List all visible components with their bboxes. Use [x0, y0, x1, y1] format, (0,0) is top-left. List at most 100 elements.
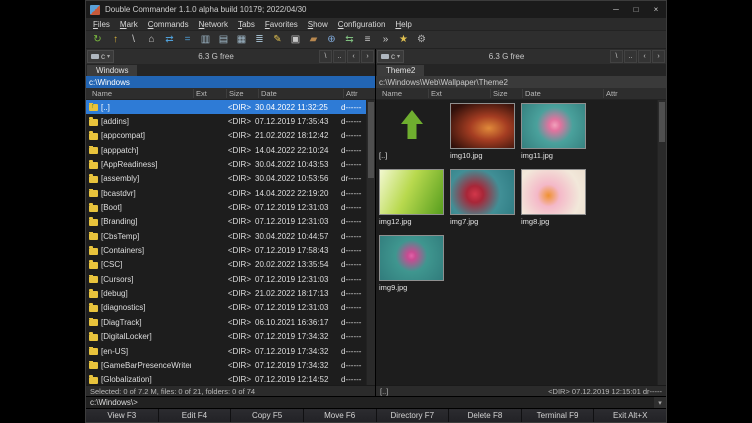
favorites-icon[interactable]: ★: [395, 32, 412, 48]
menu-item-commands[interactable]: Commands: [143, 20, 194, 29]
thumbnail-item[interactable]: img10.jpg: [450, 103, 517, 167]
root-dir-button[interactable]: \: [610, 50, 623, 63]
file-row[interactable]: [en-US]<DIR>07.12.2019 17:34:32d------: [86, 344, 375, 358]
thumbnail-item[interactable]: img11.jpg: [521, 103, 588, 167]
tree-view-icon[interactable]: ≣: [251, 32, 268, 48]
history-back-button[interactable]: ‹: [347, 50, 360, 63]
column-header-date[interactable]: Date: [522, 89, 541, 98]
column-header-ext[interactable]: Ext: [193, 89, 207, 98]
file-row[interactable]: [bcastdvr]<DIR>14.04.2022 22:19:20d-----…: [86, 186, 375, 200]
file-row[interactable]: [debug]<DIR>21.02.2022 18:17:13d------: [86, 286, 375, 300]
file-row[interactable]: [apppatch]<DIR>14.04.2022 22:10:24d-----…: [86, 143, 375, 157]
terminal-f9-button[interactable]: Terminal F9: [522, 409, 595, 422]
image-thumbnail: [450, 103, 515, 149]
column-header-attr[interactable]: Attr: [603, 89, 618, 98]
tab-windows[interactable]: Windows: [87, 65, 137, 76]
copy-f5-button[interactable]: Copy F5: [231, 409, 304, 422]
column-header-date[interactable]: Date: [258, 89, 277, 98]
minimize-button[interactable]: ─: [606, 1, 626, 18]
left-path-bar[interactable]: c:\Windows: [86, 76, 375, 88]
file-row[interactable]: [AppReadiness]<DIR>30.04.2022 10:43:53d-…: [86, 157, 375, 171]
right-scrollbar[interactable]: [657, 100, 666, 385]
command-input[interactable]: [138, 397, 654, 408]
file-row[interactable]: [addins]<DIR>07.12.2019 17:35:43d------: [86, 114, 375, 128]
file-row[interactable]: [..]<DIR>30.04.2022 11:32:25d------: [86, 100, 375, 114]
up-dir-icon[interactable]: ↑: [107, 32, 124, 48]
file-date: 07.12.2019 12:31:03: [255, 217, 341, 226]
right-path-bar[interactable]: c:\Windows\Web\Wallpaper\Theme2: [376, 76, 666, 88]
column-header-attr[interactable]: Attr: [343, 89, 358, 98]
parent-dir-button[interactable]: ..: [333, 50, 346, 63]
terminal-icon[interactable]: »: [377, 32, 394, 48]
thumbnail-item[interactable]: img8.jpg: [521, 169, 588, 233]
edit-f4-button[interactable]: Edit F4: [159, 409, 232, 422]
folder-icon: [89, 190, 98, 197]
root-dir-button[interactable]: \: [319, 50, 332, 63]
menu-item-network[interactable]: Network: [194, 20, 233, 29]
thumbnail-item[interactable]: img7.jpg: [450, 169, 517, 233]
full-view-icon[interactable]: ▤: [215, 32, 232, 48]
column-header-name[interactable]: Name: [90, 89, 112, 98]
file-row[interactable]: [Containers]<DIR>07.12.2019 17:58:43d---…: [86, 243, 375, 257]
menu-item-show[interactable]: Show: [303, 20, 333, 29]
copy-icon[interactable]: ▣: [287, 32, 304, 48]
thumbnail-item[interactable]: img9.jpg: [379, 235, 446, 299]
file-row[interactable]: [CSC]<DIR>20.02.2022 13:35:54d------: [86, 258, 375, 272]
directory-f7-button[interactable]: Directory F7: [377, 409, 450, 422]
left-scrollbar[interactable]: [366, 100, 375, 385]
move-f6-button[interactable]: Move F6: [304, 409, 377, 422]
file-row[interactable]: [DigitalLocker]<DIR>07.12.2019 17:34:32d…: [86, 330, 375, 344]
menu-item-favorites[interactable]: Favorites: [260, 20, 303, 29]
refresh-icon[interactable]: ↻: [89, 32, 106, 48]
right-drive-select-button[interactable]: c ▾: [377, 50, 404, 63]
file-row[interactable]: [Branding]<DIR>07.12.2019 12:31:03d-----…: [86, 215, 375, 229]
menu-item-tabs[interactable]: Tabs: [233, 20, 260, 29]
multi-rename-icon[interactable]: ≡: [359, 32, 376, 48]
swap-panels-icon[interactable]: ⇄: [161, 32, 178, 48]
view-f3-button[interactable]: View F3: [86, 409, 159, 422]
history-forward-button[interactable]: ›: [652, 50, 665, 63]
options-icon[interactable]: ⚙: [413, 32, 430, 48]
thumbnails-view-icon[interactable]: ▦: [233, 32, 250, 48]
command-history-dropdown[interactable]: ▾: [654, 397, 666, 408]
edit-icon[interactable]: ✎: [269, 32, 286, 48]
column-header-size[interactable]: Size: [226, 89, 244, 98]
delete-f8-button[interactable]: Delete F8: [449, 409, 522, 422]
sync-dirs-icon[interactable]: ⇆: [341, 32, 358, 48]
file-row[interactable]: [assembly]<DIR>30.04.2022 10:53:56dr----…: [86, 172, 375, 186]
file-row[interactable]: [GameBarPresenceWriter]<DIR>07.12.2019 1…: [86, 358, 375, 372]
file-row[interactable]: [appcompat]<DIR>21.02.2022 18:12:42d----…: [86, 129, 375, 143]
history-forward-button[interactable]: ›: [361, 50, 374, 63]
parent-dir-button[interactable]: ..: [624, 50, 637, 63]
thumbnail-item[interactable]: [..]: [379, 103, 446, 167]
column-header-name[interactable]: Name: [380, 89, 402, 98]
file-row[interactable]: [Globalization]<DIR>07.12.2019 12:14:52d…: [86, 373, 375, 385]
search-icon[interactable]: ⊕: [323, 32, 340, 48]
exit-alt-x-button[interactable]: Exit Alt+X: [594, 409, 666, 422]
scrollbar-thumb[interactable]: [659, 102, 665, 142]
menu-item-mark[interactable]: Mark: [115, 20, 143, 29]
brief-view-icon[interactable]: ▥: [197, 32, 214, 48]
right-free-space-label: 6.3 G free: [404, 52, 609, 61]
history-back-button[interactable]: ‹: [638, 50, 651, 63]
menu-item-files[interactable]: Files: [88, 20, 115, 29]
root-dir-icon[interactable]: \: [125, 32, 142, 48]
close-button[interactable]: ×: [646, 1, 666, 18]
file-row[interactable]: [diagnostics]<DIR>07.12.2019 12:31:03d--…: [86, 301, 375, 315]
column-header-ext[interactable]: Ext: [428, 89, 442, 98]
pack-icon[interactable]: ▰: [305, 32, 322, 48]
scrollbar-thumb[interactable]: [368, 102, 374, 178]
file-row[interactable]: [DiagTrack]<DIR>06.10.2021 16:36:17d----…: [86, 315, 375, 329]
left-drive-select-button[interactable]: c ▾: [87, 50, 114, 63]
file-row[interactable]: [CbsTemp]<DIR>30.04.2022 10:44:57d------: [86, 229, 375, 243]
column-header-size[interactable]: Size: [490, 89, 508, 98]
home-dir-icon[interactable]: ⌂: [143, 32, 160, 48]
menu-item-configuration[interactable]: Configuration: [333, 20, 391, 29]
maximize-button[interactable]: □: [626, 1, 646, 18]
equal-panels-icon[interactable]: =: [179, 32, 196, 48]
file-row[interactable]: [Cursors]<DIR>07.12.2019 12:31:03d------: [86, 272, 375, 286]
tab-theme2[interactable]: Theme2: [377, 65, 424, 76]
menu-item-help[interactable]: Help: [390, 20, 416, 29]
file-row[interactable]: [Boot]<DIR>07.12.2019 12:31:03d------: [86, 200, 375, 214]
thumbnail-item[interactable]: img12.jpg: [379, 169, 446, 233]
